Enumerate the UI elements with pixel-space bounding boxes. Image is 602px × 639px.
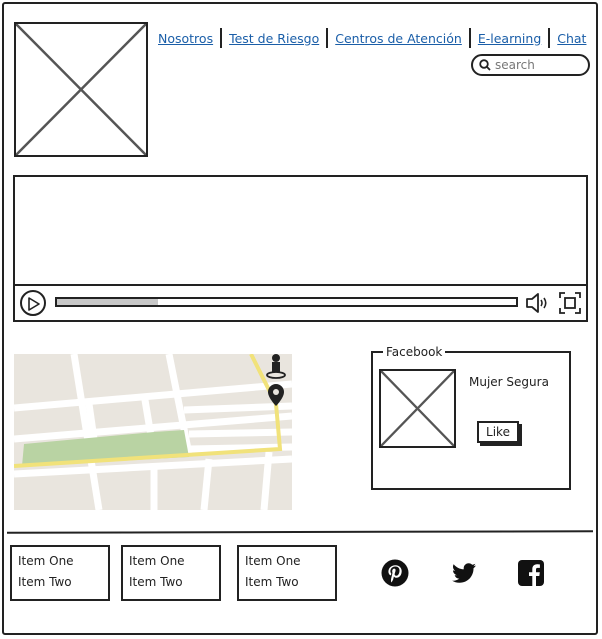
twitter-icon[interactable] xyxy=(450,559,478,587)
list-item[interactable]: Item Two xyxy=(129,572,213,593)
facebook-widget: Facebook Mujer Segura Like xyxy=(371,344,571,490)
nav-separator xyxy=(548,28,551,48)
footer-list-1: Item One Item Two xyxy=(10,545,110,601)
search-box[interactable] xyxy=(471,54,590,76)
nav-link-centros-de-atencion[interactable]: Centros de Atención xyxy=(331,31,466,46)
nav-link-chat[interactable]: Chat xyxy=(553,31,590,46)
facebook-icon[interactable] xyxy=(517,559,545,587)
facebook-like-button[interactable]: Like xyxy=(477,421,519,443)
map-image xyxy=(14,354,292,510)
play-button[interactable] xyxy=(20,290,46,316)
play-icon xyxy=(28,297,40,311)
video-player[interactable] xyxy=(13,175,588,322)
search-input[interactable] xyxy=(495,58,580,72)
list-item[interactable]: Item One xyxy=(129,551,213,572)
list-item[interactable]: Item Two xyxy=(18,572,102,593)
nav-separator xyxy=(326,28,329,48)
map-widget[interactable] xyxy=(14,354,292,510)
search-icon xyxy=(479,59,491,71)
nav-link-test-de-riesgo[interactable]: Test de Riesgo xyxy=(225,31,323,46)
list-item[interactable]: Item One xyxy=(245,551,329,572)
volume-icon[interactable] xyxy=(525,291,551,315)
list-item[interactable]: Item Two xyxy=(245,572,329,593)
facebook-widget-title: Facebook xyxy=(383,344,446,360)
footer-list-2: Item One Item Two xyxy=(121,545,221,601)
fullscreen-icon[interactable] xyxy=(558,291,582,315)
top-navigation: Nosotros Test de Riesgo Centros de Atenc… xyxy=(154,27,590,49)
nav-separator xyxy=(220,28,223,48)
footer-list-3: Item One Item Two xyxy=(237,545,337,601)
nav-link-e-learning[interactable]: E-learning xyxy=(474,31,545,46)
facebook-profile-image-placeholder xyxy=(379,369,456,448)
nav-separator xyxy=(468,28,471,48)
facebook-page-name: Mujer Segura xyxy=(469,375,549,389)
video-controls xyxy=(15,284,586,320)
video-progress-bar[interactable] xyxy=(55,297,518,307)
logo-image-placeholder xyxy=(14,22,148,157)
list-item[interactable]: Item One xyxy=(18,551,102,572)
nav-link-nosotros[interactable]: Nosotros xyxy=(154,31,217,46)
video-progress-fill xyxy=(57,299,158,305)
pinterest-icon[interactable] xyxy=(381,559,409,587)
